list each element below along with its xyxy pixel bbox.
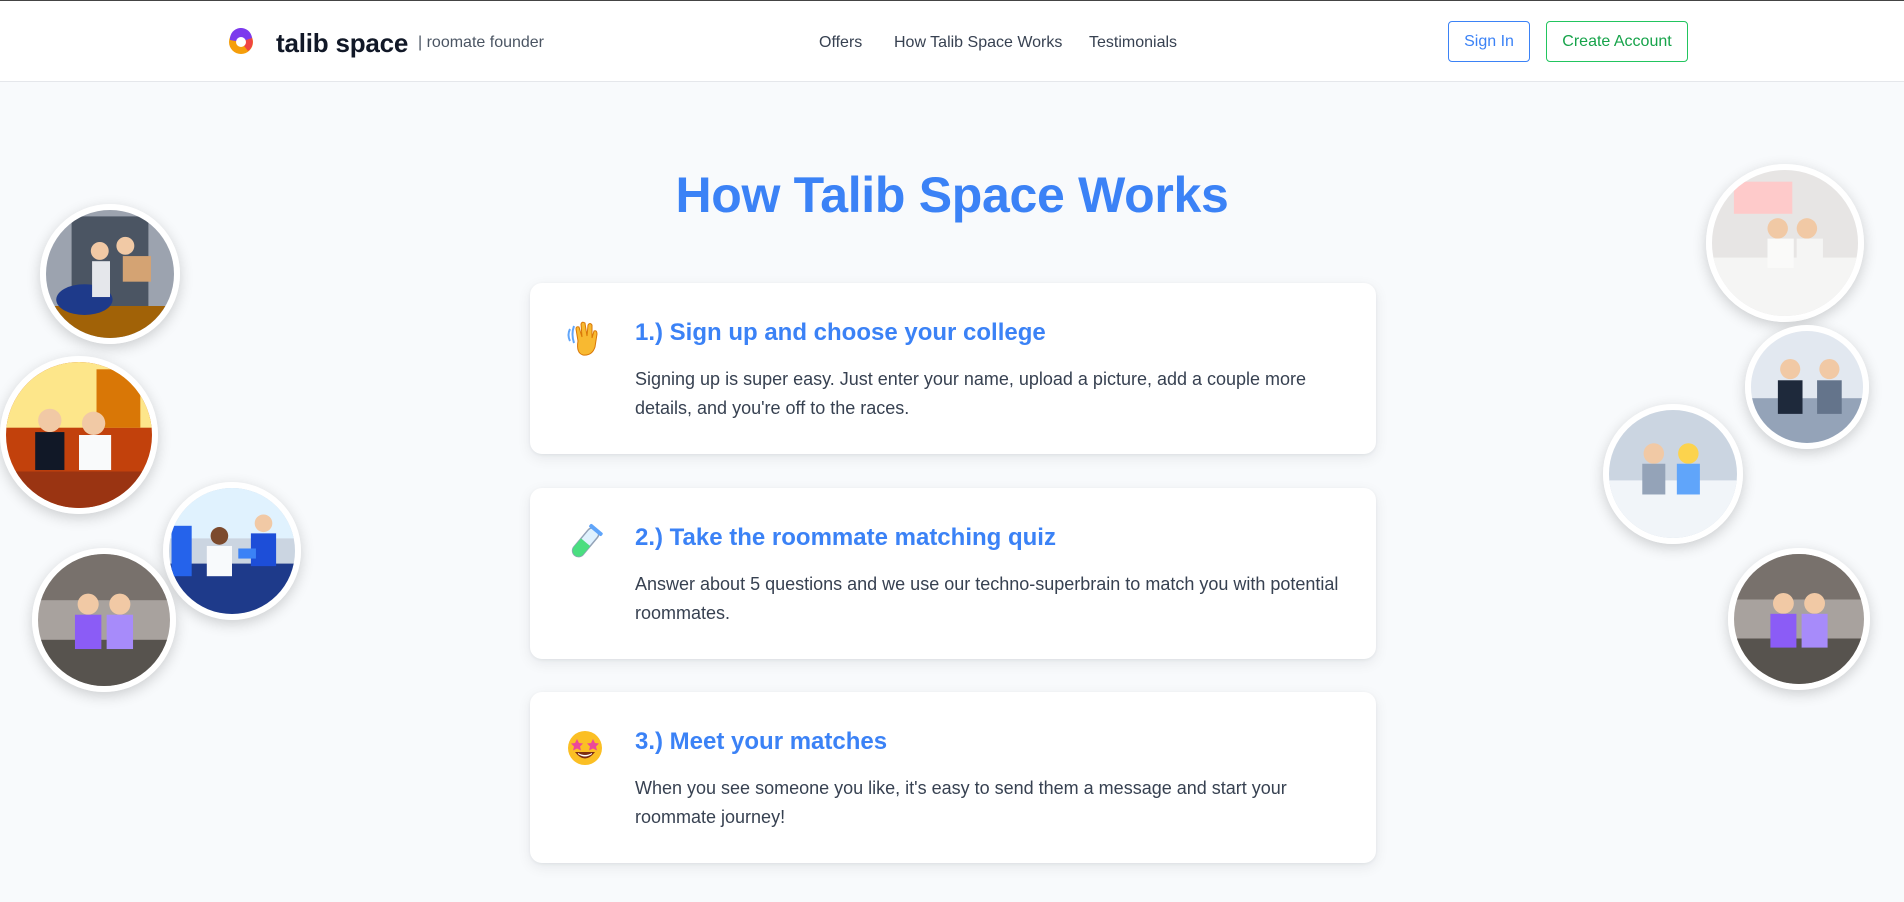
roommates-bedroom-photo [1603, 404, 1743, 544]
waving-hand-icon [564, 317, 606, 359]
step-card-2: 2.) Take the roommate matching quiz Answ… [530, 488, 1376, 659]
nav-link-how-it-works[interactable]: How Talib Space Works [894, 34, 1062, 52]
top-navigation-bar: talib space | roomate founder Offers How… [0, 0, 1904, 82]
roommates-on-bed-photo [1706, 164, 1864, 322]
roommates-sitting-photo [32, 548, 176, 692]
step-description: When you see someone you like, it's easy… [635, 778, 1287, 827]
step-title: 3.) Meet your matches [635, 728, 888, 755]
nav-link-testimonials[interactable]: Testimonials [1089, 34, 1177, 52]
page-title: How Talib Space Works [675, 167, 1229, 223]
brand-tagline: | roomate founder [418, 34, 545, 51]
nav-link-offers[interactable]: Offers [819, 34, 862, 52]
step-description: Signing up is super easy. Just enter you… [635, 369, 1307, 418]
roommates-chatting-photo [1745, 325, 1869, 449]
roommates-with-laptop-photo [163, 482, 301, 620]
star-struck-face-icon [564, 726, 606, 768]
roommates-sitting-photo-right [1728, 548, 1870, 690]
create-account-button[interactable]: Create Account [1546, 21, 1688, 62]
sign-in-button[interactable]: Sign In [1448, 21, 1530, 62]
talib-space-logo-icon[interactable] [226, 26, 256, 56]
test-tube-icon [564, 522, 606, 564]
roommates-moving-in-photo [40, 204, 180, 344]
step-card-1: 1.) Sign up and choose your college Sign… [530, 283, 1376, 454]
roommates-dorm-room-photo [0, 356, 158, 514]
brand-name[interactable]: talib space [276, 28, 408, 59]
step-title: 1.) Sign up and choose your college [635, 319, 1046, 346]
step-title: 2.) Take the roommate matching quiz [635, 524, 1056, 551]
step-description: Answer about 5 questions and we use our … [635, 574, 1339, 623]
step-card-3: 3.) Meet your matches When you see someo… [530, 692, 1376, 863]
